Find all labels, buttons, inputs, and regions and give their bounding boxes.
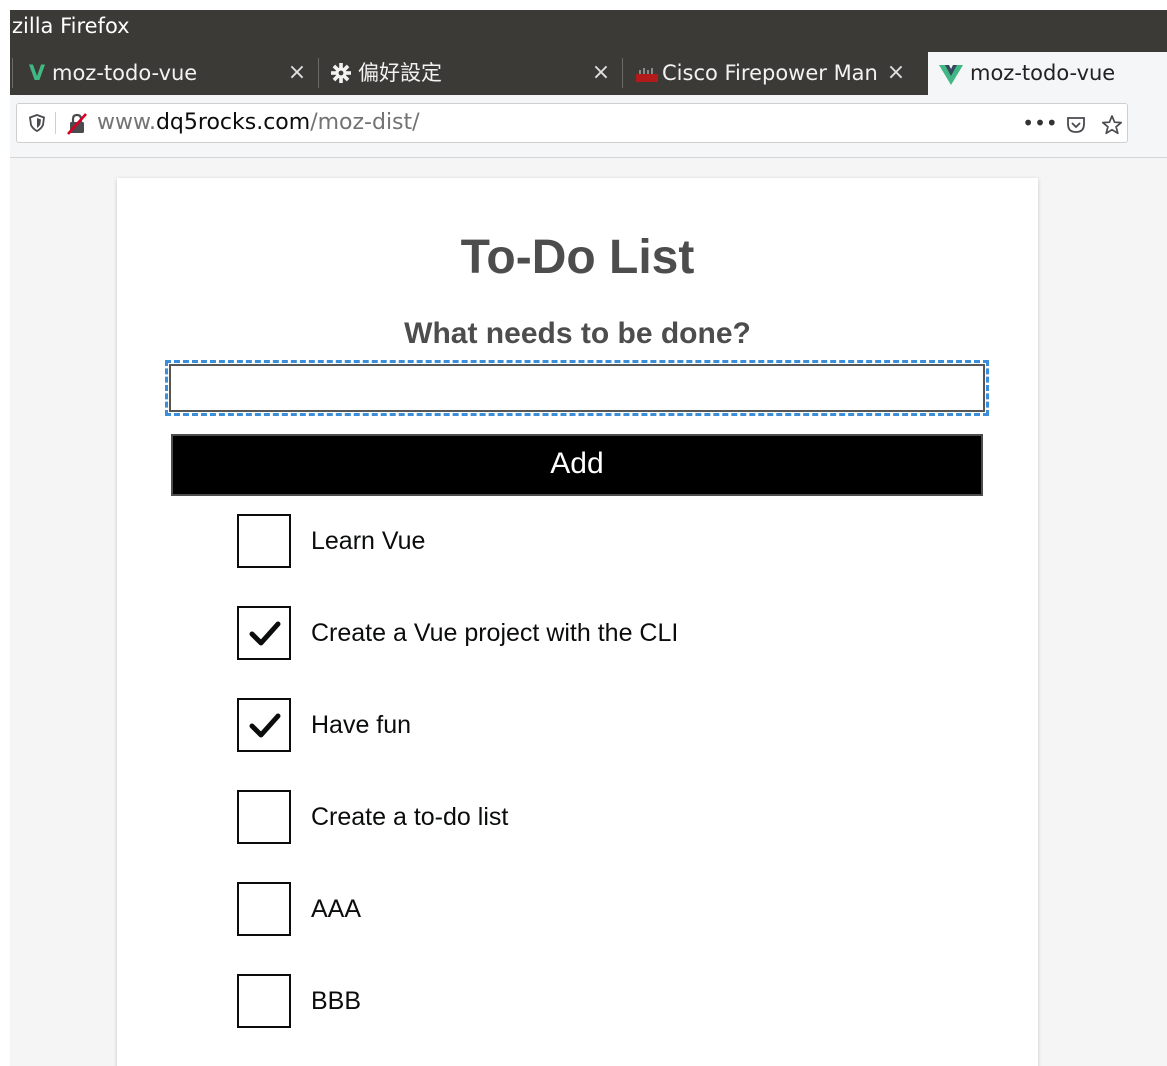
todo-app-card: To-Do List What needs to be done? Add Le…	[117, 178, 1038, 1066]
vue-logo-icon	[938, 58, 964, 88]
page-content: To-Do List What needs to be done? Add Le…	[10, 158, 1167, 1066]
tab-strip: V moz-todo-vue × 偏好設定 × Cisco Firepower …	[10, 52, 1167, 95]
tab-label: Cisco Firepower Man	[662, 61, 878, 85]
todo-item: Have fun	[237, 698, 937, 790]
page-actions: •••	[1022, 109, 1130, 137]
todo-item: Create a to-do list	[237, 790, 937, 882]
todo-label[interactable]: Have fun	[311, 711, 411, 739]
todo-checkbox[interactable]	[237, 606, 291, 660]
todo-checkbox[interactable]	[237, 514, 291, 568]
url-host: dq5rocks.com	[155, 110, 311, 135]
navigation-bar: www.dq5rocks.com/moz-dist/ •••	[10, 95, 1167, 158]
todo-item: Learn Vue	[237, 514, 937, 606]
tab-moz-todo-vue-active[interactable]: moz-todo-vue	[928, 52, 1167, 95]
todo-checkbox[interactable]	[237, 698, 291, 752]
gear-icon	[328, 58, 354, 88]
url-bar[interactable]: www.dq5rocks.com/moz-dist/ •••	[16, 103, 1128, 143]
new-todo-input[interactable]	[165, 360, 989, 416]
url-text[interactable]: www.dq5rocks.com/moz-dist/	[97, 109, 420, 137]
tab-separator	[318, 58, 319, 88]
tab-cisco-firepower[interactable]: Cisco Firepower Man ×	[622, 52, 928, 95]
url-path: /moz-dist/	[310, 110, 420, 135]
vue-logo-icon: V	[28, 61, 46, 85]
todo-item: BBB	[237, 974, 937, 1066]
cisco-logo-icon	[634, 58, 660, 88]
close-tab-icon[interactable]: ×	[589, 59, 613, 87]
new-todo-label: What needs to be done?	[404, 317, 751, 350]
tab-label: moz-todo-vue	[970, 61, 1116, 85]
checkmark-icon	[249, 621, 281, 646]
star-icon[interactable]	[1094, 109, 1130, 137]
tab-preferences[interactable]: 偏好設定 ×	[318, 52, 622, 95]
pocket-icon[interactable]	[1058, 109, 1094, 137]
tab-separator	[622, 58, 623, 88]
todo-item: Create a Vue project with the CLI	[237, 606, 937, 698]
app-title: To-Do List	[460, 231, 695, 284]
todo-checkbox[interactable]	[237, 882, 291, 936]
tracking-shield-icon[interactable]	[27, 113, 47, 133]
todo-item: AAA	[237, 882, 937, 974]
checkmark-icon	[249, 713, 281, 738]
todo-list: Learn Vue Create a Vue project with the …	[237, 514, 937, 1066]
url-prefix: www.	[97, 110, 156, 135]
page-actions-menu-icon[interactable]: •••	[1022, 109, 1058, 137]
todo-label[interactable]: BBB	[311, 987, 361, 1015]
title-bar: zilla Firefox	[10, 10, 1167, 52]
close-tab-icon[interactable]: ×	[285, 59, 309, 87]
tab-label: moz-todo-vue	[52, 61, 198, 85]
todo-label[interactable]: Learn Vue	[311, 527, 425, 555]
url-bar-divider	[55, 112, 56, 134]
window-title: zilla Firefox	[12, 14, 130, 38]
todo-label[interactable]: Create a to-do list	[311, 803, 508, 831]
tab-moz-todo-vue-1[interactable]: V moz-todo-vue ×	[12, 52, 318, 95]
todo-checkbox[interactable]	[237, 790, 291, 844]
todo-label[interactable]: Create a Vue project with the CLI	[311, 619, 678, 647]
todo-label[interactable]: AAA	[311, 895, 361, 923]
add-button[interactable]: Add	[171, 434, 983, 496]
close-tab-icon[interactable]: ×	[884, 59, 908, 87]
insecure-connection-icon[interactable]	[64, 111, 90, 137]
tab-separator	[12, 58, 13, 88]
todo-checkbox[interactable]	[237, 974, 291, 1028]
browser-window: zilla Firefox V moz-todo-vue × 偏好設定 × Ci…	[10, 10, 1167, 1066]
tab-label: 偏好設定	[358, 61, 442, 85]
